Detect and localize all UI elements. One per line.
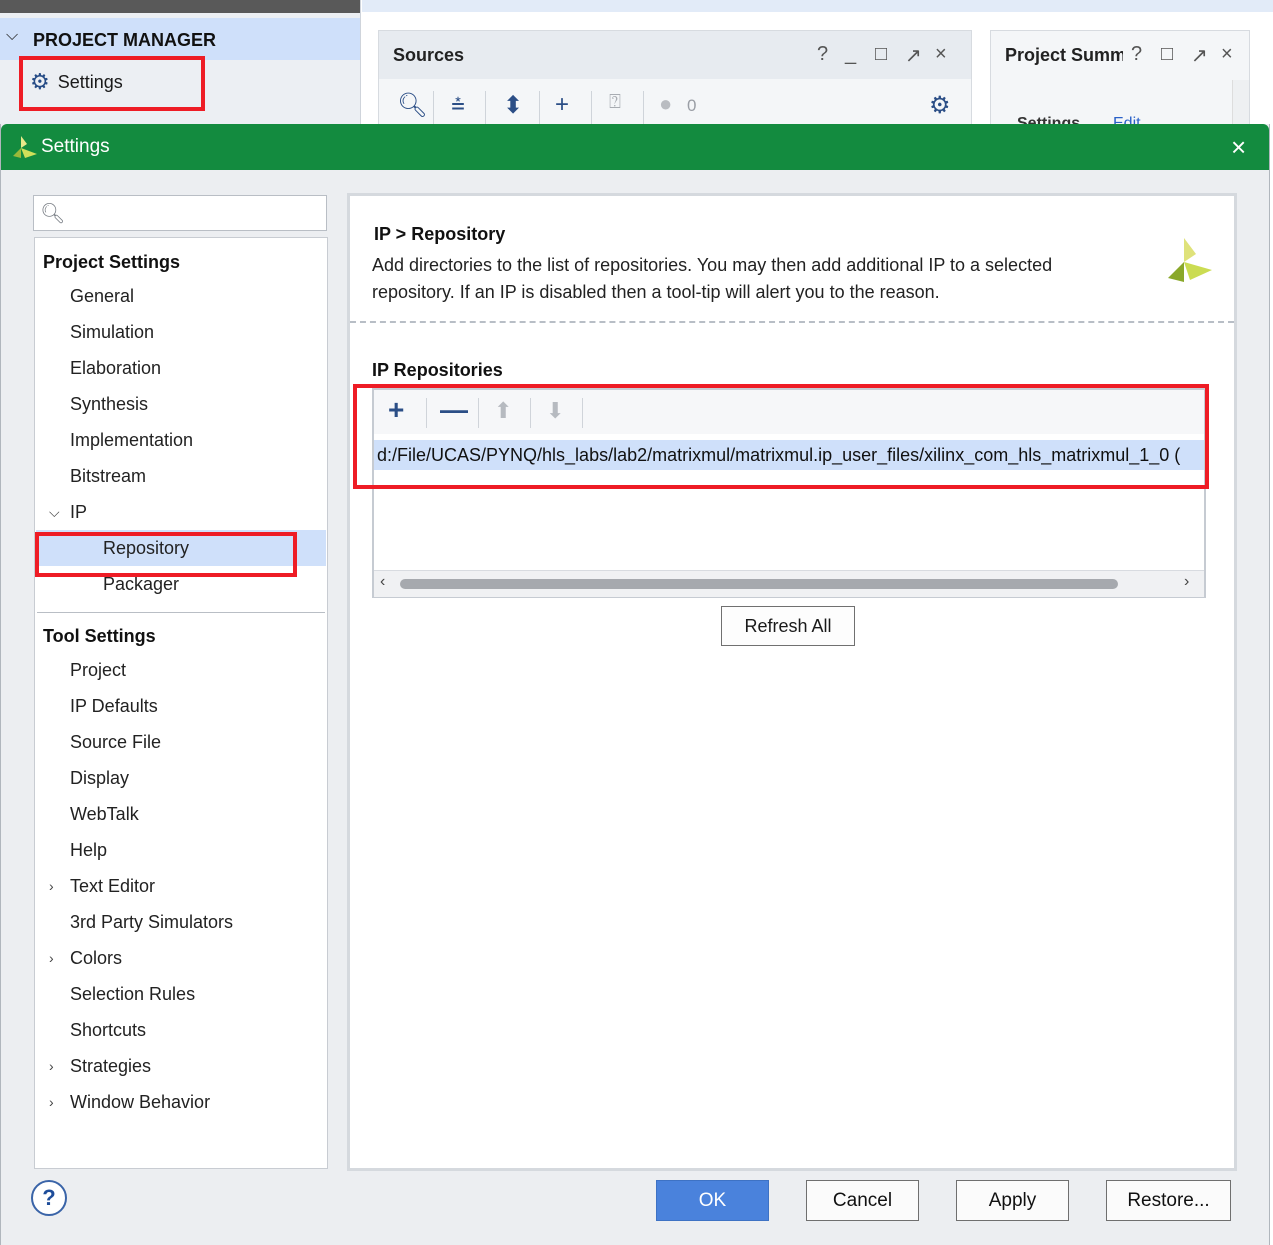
refresh-all-button[interactable]: Refresh All <box>721 606 855 646</box>
nav-item-webtalk[interactable]: WebTalk <box>70 804 139 825</box>
apply-button-label: Apply <box>988 1189 1037 1211</box>
ok-button[interactable]: OK <box>656 1180 769 1221</box>
collapse-all-icon[interactable]: ⩮ <box>451 91 465 119</box>
scrollbar-thumb[interactable] <box>400 579 1118 589</box>
float-icon[interactable]: ↗ <box>1191 43 1208 68</box>
cancel-button[interactable]: Cancel <box>806 1180 919 1221</box>
restore-button[interactable]: Restore... <box>1106 1180 1231 1221</box>
sources-panel-header: Sources ? _ □ ↗ × <box>379 31 971 79</box>
dialog-titlebar[interactable]: Settings × <box>1 124 1269 170</box>
page-breadcrumb: IP > Repository <box>374 224 506 244</box>
search-icon[interactable]: 🔍︎ <box>397 91 427 120</box>
chevron-left-icon[interactable]: ‹ <box>380 573 385 591</box>
chevron-down-icon[interactable]: ⌵ <box>49 504 60 521</box>
nav-item-simulation[interactable]: Simulation <box>70 322 154 343</box>
chevron-right-icon[interactable]: › <box>1184 573 1189 591</box>
nav-item-packager[interactable]: Packager <box>103 574 179 595</box>
nav-item-synthesis[interactable]: Synthesis <box>70 394 148 415</box>
nav-item-project[interactable]: Project <box>70 660 126 681</box>
status-count: 0 <box>687 96 697 115</box>
ip-repositories-label: IP Repositories <box>372 360 503 380</box>
nav-item-colors[interactable]: Colors <box>70 948 122 969</box>
apply-button[interactable]: Apply <box>956 1180 1069 1221</box>
chevron-right-icon[interactable]: › <box>49 1094 54 1110</box>
nav-item-display[interactable]: Display <box>70 768 129 789</box>
highlight-box-repository <box>35 532 297 577</box>
nav-item-selection-rules[interactable]: Selection Rules <box>70 984 195 1005</box>
sources-panel: Sources ? _ □ ↗ × 🔍︎ ⩮ ⬍ + ⍰ ● 0 ⚙ <box>378 30 972 132</box>
gear-icon[interactable]: ⚙ <box>929 91 951 120</box>
close-icon[interactable]: × <box>935 43 947 66</box>
maximize-icon[interactable]: □ <box>1161 43 1173 66</box>
help-icon[interactable]: ? <box>1131 43 1142 66</box>
nav-item-ip[interactable]: IP <box>70 502 87 523</box>
chevron-right-icon[interactable]: › <box>49 950 54 966</box>
restore-button-label: Restore... <box>1127 1189 1210 1211</box>
page-description: Add directories to the list of repositor… <box>372 255 1053 302</box>
nav-header-tool-settings: Tool Settings <box>43 626 156 646</box>
nav-item-implementation[interactable]: Implementation <box>70 430 193 451</box>
nav-item-text-editor[interactable]: Text Editor <box>70 876 155 897</box>
dialog-title: Settings <box>41 136 110 157</box>
help-button[interactable]: ? <box>31 1180 67 1216</box>
top-bar-strip <box>0 0 360 13</box>
chevron-down-icon[interactable]: ⌵ <box>6 27 18 45</box>
nav-item-bitstream[interactable]: Bitstream <box>70 466 146 487</box>
nav-item-ip-defaults[interactable]: IP Defaults <box>70 696 158 717</box>
expand-all-icon[interactable]: ⬍ <box>503 91 523 120</box>
help-icon[interactable]: ? <box>817 43 828 66</box>
status-dot-icon: ● <box>659 91 673 116</box>
minimize-icon[interactable]: _ <box>845 43 856 66</box>
nav-item-source-file[interactable]: Source File <box>70 732 161 753</box>
summary-scrollbar[interactable] <box>1232 80 1249 124</box>
project-manager-title: PROJECT MANAGER <box>33 30 217 50</box>
project-summary-panel: Project Summary ? □ ↗ × Settings Edit <box>990 30 1250 132</box>
toolbar-divider <box>591 91 592 125</box>
maximize-icon[interactable]: □ <box>875 43 887 66</box>
close-icon[interactable]: × <box>1231 132 1246 163</box>
nav-header-project-settings: Project Settings <box>43 252 181 272</box>
highlight-box-settings <box>19 56 205 111</box>
toolbar-divider <box>643 91 644 125</box>
unknown-file-icon[interactable]: ⍰ <box>609 91 621 114</box>
float-icon[interactable]: ↗ <box>905 43 922 68</box>
highlight-box-repositories <box>353 384 1209 489</box>
nav-item-help[interactable]: Help <box>70 840 107 861</box>
close-icon[interactable]: × <box>1221 43 1233 66</box>
toolbar-divider <box>485 91 486 125</box>
section-divider <box>350 321 1234 323</box>
nav-divider <box>37 612 325 613</box>
settings-dialog: Settings × 🔍︎ Project Settings General S… <box>0 124 1270 1245</box>
settings-nav-tree: Project Settings General Simulation Elab… <box>34 237 328 1169</box>
toolbar-divider <box>433 91 434 125</box>
project-summary-title: Project Summary <box>1005 45 1123 65</box>
nav-item-window-behavior[interactable]: Window Behavior <box>70 1092 210 1113</box>
nav-item-general[interactable]: General <box>70 286 134 307</box>
nav-item-elaboration[interactable]: Elaboration <box>70 358 161 379</box>
nav-item-3rd-party-simulators[interactable]: 3rd Party Simulators <box>70 912 233 933</box>
workspace-top-strip <box>362 0 1273 12</box>
vivado-logo-icon <box>13 136 37 158</box>
settings-search-input[interactable]: 🔍︎ <box>33 195 327 231</box>
horizontal-scrollbar[interactable]: ‹ › <box>374 570 1204 597</box>
nav-item-shortcuts[interactable]: Shortcuts <box>70 1020 146 1041</box>
search-icon: 🔍︎ <box>40 203 66 225</box>
sources-panel-title: Sources <box>393 45 465 65</box>
toolbar-divider <box>539 91 540 125</box>
settings-content-panel: IP > Repository Add directories to the l… <box>347 193 1237 1171</box>
add-icon[interactable]: + <box>555 91 569 119</box>
chevron-right-icon[interactable]: › <box>49 878 54 894</box>
vivado-logo-icon <box>1168 238 1212 282</box>
nav-item-strategies[interactable]: Strategies <box>70 1056 151 1077</box>
chevron-right-icon[interactable]: › <box>49 1058 54 1074</box>
